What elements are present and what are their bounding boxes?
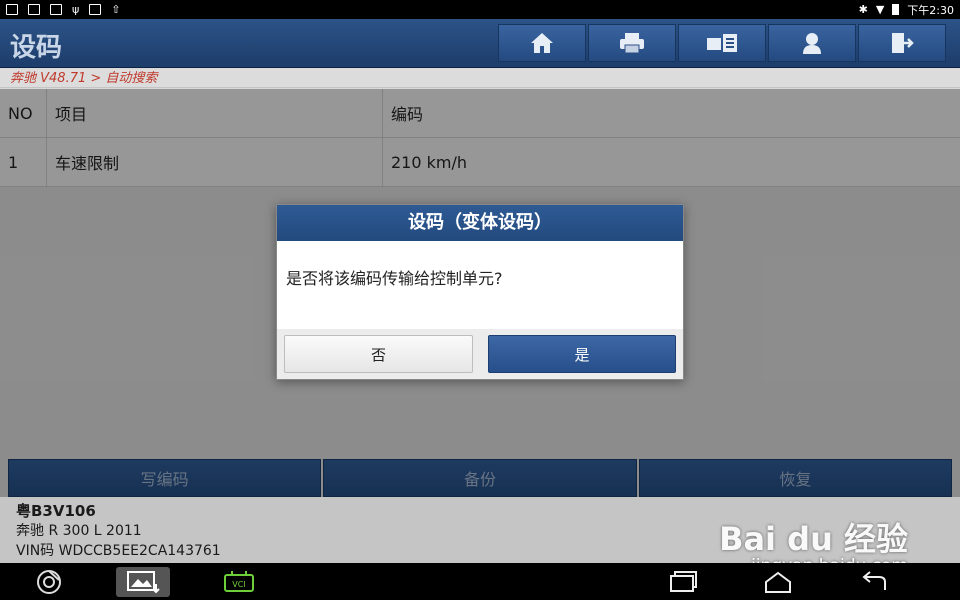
dialog-message: 是否将该编码传输给控制单元? [277, 241, 683, 329]
watermark-logo: Bai du 经验 [719, 520, 908, 558]
page-title: 设码 [10, 33, 63, 63]
usb-icon: ψ [72, 3, 80, 16]
home-button[interactable] [498, 24, 586, 62]
status-bar: ψ ⇧ ✱ ▼ 下午2:30 [0, 0, 960, 19]
svg-text:VCI: VCI [232, 580, 245, 589]
battery-icon [892, 4, 900, 15]
recent-apps-button[interactable] [667, 567, 699, 597]
print-button[interactable] [588, 24, 676, 62]
upload-icon: ⇧ [111, 3, 121, 16]
notification-icon [6, 4, 18, 15]
wifi-icon: ▼ [875, 3, 885, 16]
home-nav-icon [765, 571, 791, 593]
image-icon [50, 4, 62, 15]
recent-apps-icon [670, 571, 697, 592]
system-nav-bar: VCI [0, 563, 960, 600]
exit-button[interactable] [858, 24, 946, 62]
dialog-title: 设码（变体设码） [277, 205, 683, 241]
vci-button[interactable]: VCI [222, 567, 256, 597]
no-button[interactable]: 否 [284, 335, 473, 373]
exit-icon [892, 33, 914, 53]
back-icon [862, 571, 886, 590]
diagnostic-button[interactable] [678, 24, 766, 62]
app-root: { "status_bar": {"time": "下午2:30"}, "hea… [0, 0, 960, 600]
home-icon [531, 33, 553, 53]
chrome-icon [37, 570, 61, 594]
vci-icon: VCI [224, 571, 254, 592]
sd-card-icon [89, 4, 102, 15]
notification-icon [28, 4, 40, 15]
header: 设码 [0, 19, 960, 68]
user-icon [803, 33, 821, 54]
home-nav-button[interactable] [762, 567, 794, 597]
screenshot-button[interactable] [116, 567, 170, 597]
browser-button[interactable] [34, 567, 64, 597]
bluetooth-icon: ✱ [858, 3, 868, 16]
dialog-buttons: 否 是 [277, 329, 683, 379]
user-button[interactable] [768, 24, 856, 62]
print-icon [620, 33, 644, 54]
diagnostic-icon [707, 34, 737, 52]
back-button[interactable] [858, 567, 890, 597]
toolbar [498, 24, 946, 64]
confirm-dialog: 设码（变体设码） 是否将该编码传输给控制单元? 否 是 [276, 204, 684, 380]
breadcrumb: 奔驰 V48.71 > 自动搜索 [0, 69, 960, 88]
status-time: 下午2:30 [907, 3, 954, 17]
screenshot-icon [127, 571, 160, 594]
yes-button[interactable]: 是 [488, 335, 676, 373]
